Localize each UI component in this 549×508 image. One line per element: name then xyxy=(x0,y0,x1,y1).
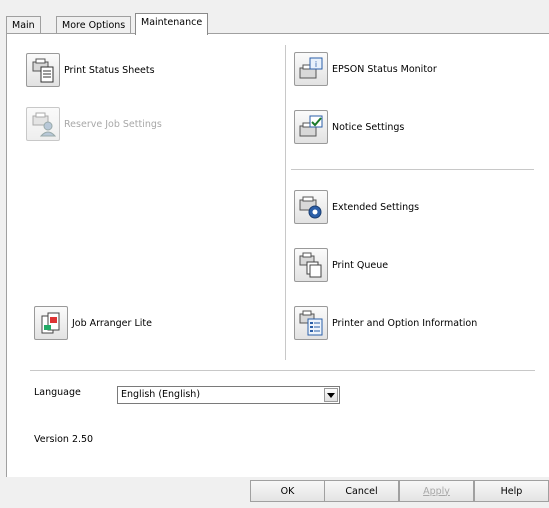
job-arranger-lite-button[interactable] xyxy=(34,306,68,340)
cancel-button-label: Cancel xyxy=(345,485,378,497)
print-status-sheets-button[interactable] xyxy=(26,53,60,87)
tab-more-options-label: More Options xyxy=(62,20,126,31)
language-value: English (English) xyxy=(121,389,201,400)
tab-maintenance-label: Maintenance xyxy=(141,17,203,28)
apply-button-label: Apply xyxy=(423,485,450,497)
notice-settings-icon xyxy=(299,115,323,137)
print-queue-item: Print Queue xyxy=(294,248,388,282)
print-queue-button[interactable] xyxy=(294,248,328,282)
printer-option-info-label: Printer and Option Information xyxy=(332,317,478,329)
printer-option-info-button[interactable] xyxy=(294,306,328,340)
cancel-button[interactable]: Cancel xyxy=(324,480,399,502)
printer-option-info-icon xyxy=(299,310,323,336)
svg-text:i: i xyxy=(315,60,317,69)
language-dropdown-button[interactable] xyxy=(324,388,338,402)
tab-more-options[interactable]: More Options xyxy=(56,16,132,34)
print-queue-icon xyxy=(299,252,322,278)
print-status-sheets-icon xyxy=(32,58,54,83)
apply-button[interactable]: Apply xyxy=(399,480,474,502)
extended-settings-label: Extended Settings xyxy=(332,201,420,213)
job-arranger-lite-icon xyxy=(41,312,60,334)
printer-option-info-item: Printer and Option Information xyxy=(294,306,477,340)
status-monitor-item: i EPSON Status Monitor xyxy=(294,52,437,86)
print-status-sheets-label: Print Status Sheets xyxy=(64,64,155,76)
status-monitor-button[interactable]: i xyxy=(294,52,328,86)
notice-settings-label: Notice Settings xyxy=(332,121,405,133)
version-label: Version 2.50 xyxy=(34,434,94,445)
print-queue-label: Print Queue xyxy=(332,259,389,271)
language-divider xyxy=(30,370,535,371)
ok-button-label: OK xyxy=(280,485,295,497)
reserve-job-settings-icon xyxy=(32,112,56,137)
column-divider xyxy=(285,45,286,360)
reserve-job-settings-button[interactable] xyxy=(26,107,60,141)
status-monitor-label: EPSON Status Monitor xyxy=(332,63,437,75)
reserve-job-settings-item: Reserve Job Settings xyxy=(26,107,162,141)
reserve-job-settings-label: Reserve Job Settings xyxy=(64,118,162,130)
notice-settings-button[interactable] xyxy=(294,110,328,144)
language-label: Language xyxy=(34,387,81,398)
tab-maintenance[interactable]: Maintenance xyxy=(135,13,209,35)
status-monitor-icon: i xyxy=(299,57,323,79)
ok-button[interactable]: OK xyxy=(250,480,325,502)
job-arranger-lite-label: Job Arranger Lite xyxy=(72,317,152,329)
extended-settings-item: Extended Settings xyxy=(294,190,419,224)
right-column-divider xyxy=(291,169,534,170)
maintenance-panel xyxy=(6,33,549,477)
extended-settings-icon xyxy=(299,196,322,219)
tab-main[interactable]: Main xyxy=(6,16,41,34)
extended-settings-button[interactable] xyxy=(294,190,328,224)
tab-main-label: Main xyxy=(12,20,35,31)
print-status-sheets-item: Print Status Sheets xyxy=(26,53,155,87)
job-arranger-lite-item: Job Arranger Lite xyxy=(34,306,152,340)
help-button[interactable]: Help xyxy=(474,480,549,502)
help-button-label: Help xyxy=(500,485,523,497)
chevron-down-icon xyxy=(327,392,335,398)
notice-settings-item: Notice Settings xyxy=(294,110,404,144)
language-select[interactable]: English (English) xyxy=(117,386,340,404)
